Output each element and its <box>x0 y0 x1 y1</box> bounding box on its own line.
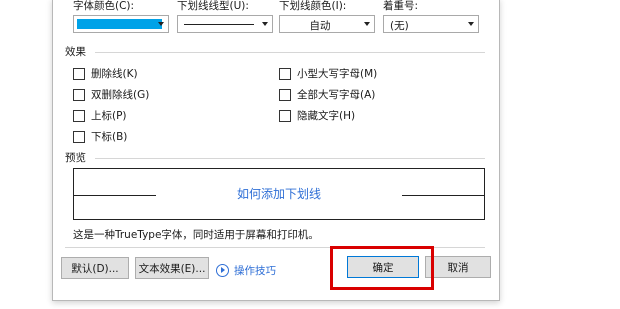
effects-title: 效果 <box>65 46 86 58</box>
font-info-note: 这是一种TrueType字体，同时适用于屏幕和打印机。 <box>73 229 319 241</box>
checkbox-box <box>279 88 291 101</box>
underline-color-value: 自动 <box>309 20 331 32</box>
tips-label: 操作技巧 <box>234 265 276 277</box>
preview-sample-text: 如何添加下划线 <box>236 187 321 201</box>
preview-title: 预览 <box>65 152 86 164</box>
superscript-checkbox[interactable]: 上标(P) <box>73 108 127 123</box>
emphasis-value: (无) <box>390 20 409 32</box>
preview-box: 如何添加下划线 <box>73 168 485 220</box>
subscript-checkbox[interactable]: 下标(B) <box>73 129 127 144</box>
underline-style-label: 下划线线型(U): <box>177 0 249 12</box>
all-caps-checkbox[interactable]: 全部大写字母(A) <box>279 87 375 102</box>
checkbox-label: 全部大写字母(A) <box>297 89 376 101</box>
font-color-label: 字体颜色(C): <box>73 0 135 12</box>
checkbox-box <box>73 88 85 101</box>
checkbox-box <box>73 67 85 80</box>
font-color-swatch <box>77 19 162 29</box>
double-strikethrough-checkbox[interactable]: 双删除线(G) <box>73 87 149 102</box>
checkbox-label: 双删除线(G) <box>91 89 150 101</box>
default-button[interactable]: 默认(D)... <box>61 257 129 279</box>
emphasis-label: 着重号: <box>383 0 419 12</box>
checkbox-box <box>73 130 85 143</box>
chevron-down-icon <box>364 22 370 26</box>
emphasis-select[interactable]: (无) <box>383 15 479 33</box>
checkbox-box <box>279 109 291 122</box>
chevron-down-icon <box>158 22 164 26</box>
checkbox-box <box>279 67 291 80</box>
chevron-down-icon <box>262 22 268 26</box>
preview-divider <box>95 158 485 159</box>
cancel-button[interactable]: 取消 <box>425 256 491 278</box>
checkbox-label: 上标(P) <box>91 110 127 122</box>
strikethrough-checkbox[interactable]: 删除线(K) <box>73 66 138 81</box>
checkbox-label: 隐藏文字(H) <box>297 110 356 122</box>
underline-color-select[interactable]: 自动 <box>279 15 375 33</box>
checkbox-label: 删除线(K) <box>91 68 138 80</box>
underline-style-select[interactable] <box>177 15 273 33</box>
checkbox-label: 小型大写字母(M) <box>297 68 378 80</box>
checkbox-label: 下标(B) <box>91 131 128 143</box>
small-caps-checkbox[interactable]: 小型大写字母(M) <box>279 66 377 81</box>
tips-link[interactable]: 操作技巧 <box>216 263 276 278</box>
font-color-select[interactable] <box>73 15 169 33</box>
underline-color-label: 下划线颜色(I): <box>279 0 347 12</box>
chevron-down-icon <box>468 22 474 26</box>
effects-divider <box>95 52 485 53</box>
text-effects-button[interactable]: 文本效果(E)... <box>135 257 209 279</box>
hidden-text-checkbox[interactable]: 隐藏文字(H) <box>279 108 355 123</box>
play-circle-icon <box>216 264 229 277</box>
underline-style-sample <box>184 24 254 25</box>
checkbox-box <box>73 109 85 122</box>
highlight-box <box>330 246 434 290</box>
